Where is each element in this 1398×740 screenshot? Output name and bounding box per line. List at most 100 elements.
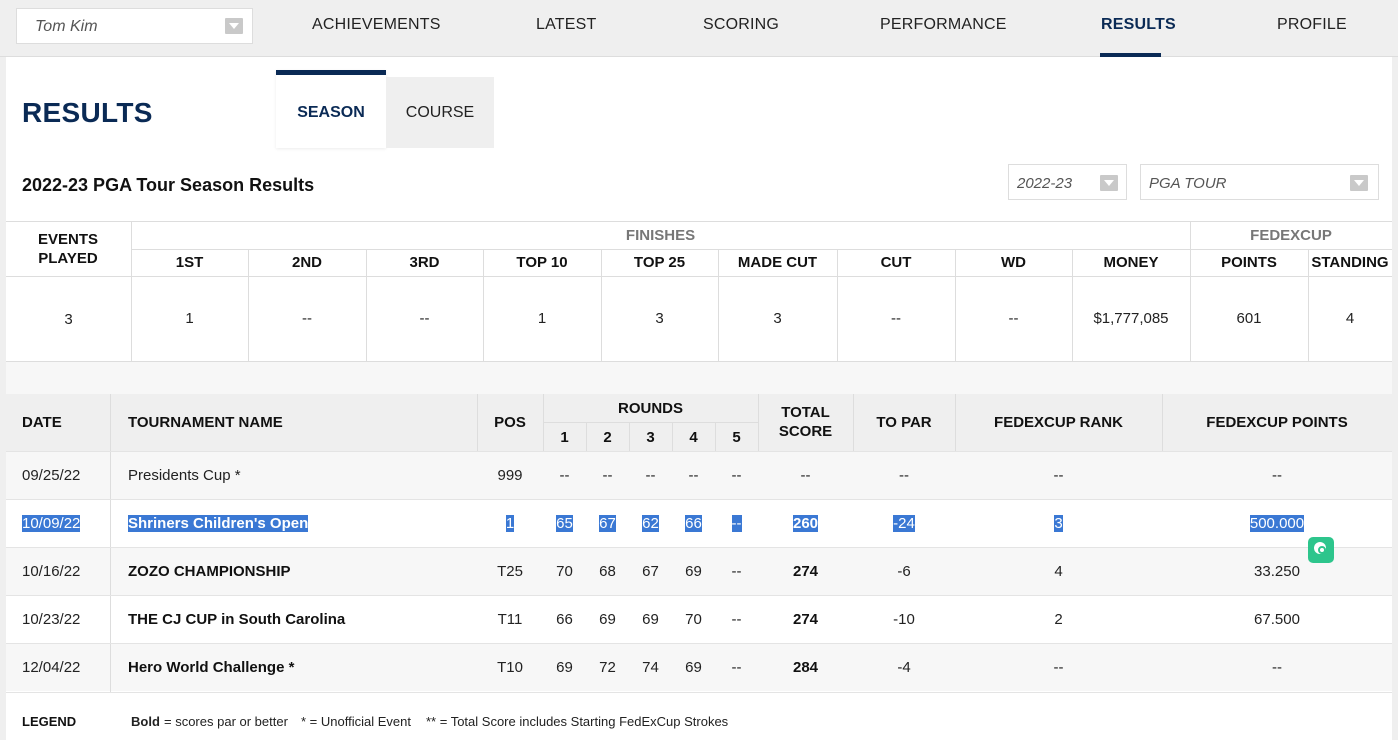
row-r2: 69 bbox=[586, 611, 629, 628]
money-value: $1,777,085 bbox=[1093, 310, 1169, 327]
cell-text: 4 bbox=[1054, 563, 1063, 580]
row-r5: -- bbox=[715, 515, 758, 532]
row-pos: T11 bbox=[477, 611, 543, 628]
divider bbox=[110, 500, 111, 548]
row-r1: 69 bbox=[543, 659, 586, 676]
cell-text: 69 bbox=[685, 659, 702, 676]
row-date: 12/04/22 bbox=[22, 659, 80, 676]
first-value: 1 bbox=[185, 310, 194, 327]
row-to-par: -10 bbox=[853, 611, 955, 628]
row-r3: 69 bbox=[629, 611, 672, 628]
cell-text: 72 bbox=[599, 659, 616, 676]
row-r1: 65 bbox=[543, 515, 586, 532]
divider bbox=[110, 644, 111, 692]
row-pos: 999 bbox=[477, 467, 543, 484]
row-tournament[interactable]: Shriners Children's Open bbox=[128, 515, 309, 532]
nav-results[interactable]: RESULTS bbox=[1101, 16, 1176, 34]
table-row[interactable]: 12/04/22 Hero World Challenge * T10 69 7… bbox=[6, 643, 1392, 692]
cell-text: 09/25/22 bbox=[22, 467, 81, 484]
cell-text[interactable]: Hero World Challenge * bbox=[128, 659, 294, 676]
row-r2: 72 bbox=[586, 659, 629, 676]
third-header: 3RD bbox=[409, 254, 440, 271]
nav-profile[interactable]: PROFILE bbox=[1277, 16, 1347, 34]
divider bbox=[110, 452, 111, 500]
row-total: 274 bbox=[758, 563, 853, 580]
cell-text: 10/09/22 bbox=[22, 515, 81, 532]
row-fedex-points: -- bbox=[1162, 467, 1392, 484]
cell-text: 274 bbox=[792, 563, 819, 580]
results-table-header: DATE TOURNAMENT NAME POS ROUNDS 1 2 3 4 … bbox=[6, 394, 1392, 451]
table-row[interactable]: 10/09/22 Shriners Children's Open 1 65 6… bbox=[6, 499, 1392, 548]
divider bbox=[6, 221, 1392, 222]
nav-achievements[interactable]: ACHIEVEMENTS bbox=[312, 16, 441, 34]
row-to-par: -- bbox=[853, 467, 955, 484]
cell-text[interactable]: Presidents Cup * bbox=[128, 467, 241, 484]
cell-text: 68 bbox=[599, 563, 616, 580]
season-select[interactable]: 2022-23 bbox=[1008, 164, 1127, 200]
cell-text: 67.500 bbox=[1254, 611, 1300, 628]
row-r1: -- bbox=[543, 467, 586, 484]
row-to-par: -6 bbox=[853, 563, 955, 580]
row-tournament[interactable]: Hero World Challenge * bbox=[128, 659, 294, 676]
first-header: 1ST bbox=[175, 254, 204, 271]
chevron-down-icon[interactable] bbox=[1350, 175, 1368, 191]
row-tournament[interactable]: THE CJ CUP in South Carolina bbox=[128, 611, 345, 628]
nav-performance[interactable]: PERFORMANCE bbox=[880, 16, 1007, 34]
cell-text: 260 bbox=[792, 515, 819, 532]
nav-latest[interactable]: LATEST bbox=[536, 16, 596, 34]
tour-select[interactable]: PGA TOUR bbox=[1140, 164, 1379, 200]
chevron-down-icon[interactable] bbox=[1100, 175, 1118, 191]
top10-value: 1 bbox=[537, 310, 547, 327]
cell-text: 65 bbox=[556, 515, 573, 532]
row-r3: 62 bbox=[629, 515, 672, 532]
row-tournament[interactable]: ZOZO CHAMPIONSHIP bbox=[128, 563, 291, 580]
feedback-search-icon[interactable] bbox=[1308, 537, 1334, 563]
row-date: 10/23/22 bbox=[22, 611, 80, 628]
cell-text: -- bbox=[1272, 659, 1282, 676]
legend-unofficial: * = Unofficial Event bbox=[301, 714, 411, 729]
nav-scoring[interactable]: SCORING bbox=[703, 16, 779, 34]
cell-text: 69 bbox=[642, 611, 659, 628]
top25-value: 3 bbox=[655, 310, 664, 327]
row-date: 10/16/22 bbox=[22, 563, 80, 580]
cell-text[interactable]: Shriners Children's Open bbox=[128, 515, 309, 532]
row-to-par: -24 bbox=[853, 515, 955, 532]
round2-header: 2 bbox=[603, 429, 612, 446]
cell-text: 3 bbox=[1054, 515, 1063, 532]
row-tournament[interactable]: Presidents Cup * bbox=[128, 467, 241, 484]
cell-text: -- bbox=[559, 467, 570, 484]
cell-text[interactable]: ZOZO CHAMPIONSHIP bbox=[128, 563, 291, 580]
row-r5: -- bbox=[715, 467, 758, 484]
row-fedex-rank: 3 bbox=[955, 515, 1162, 532]
table-row[interactable]: 10/23/22 THE CJ CUP in South Carolina T1… bbox=[6, 595, 1392, 644]
total-score-header-line1: TOTAL bbox=[781, 404, 830, 421]
table-row[interactable]: 09/25/22 Presidents Cup * 999 -- -- -- -… bbox=[6, 451, 1392, 500]
row-fedex-points: -- bbox=[1162, 659, 1392, 676]
wd-header: WD bbox=[1001, 254, 1026, 271]
second-value: -- bbox=[302, 310, 312, 327]
legend-bold-desc: = scores par or better bbox=[164, 714, 288, 729]
points-header: POINTS bbox=[1221, 254, 1277, 271]
divider bbox=[543, 422, 758, 423]
top-nav: Tom Kim ACHIEVEMENTS LATEST SCORING PERF… bbox=[0, 0, 1398, 57]
third-value: -- bbox=[419, 310, 430, 327]
row-total: 260 bbox=[758, 515, 853, 532]
table-row[interactable]: 10/16/22 ZOZO CHAMPIONSHIP T25 70 68 67 … bbox=[6, 547, 1392, 596]
cell-text: 2 bbox=[1054, 611, 1063, 628]
main-panel: RESULTS SEASON COURSE 2022-23 PGA Tour S… bbox=[6, 57, 1392, 740]
player-select[interactable]: Tom Kim bbox=[16, 8, 253, 44]
money-header: MONEY bbox=[1103, 254, 1159, 271]
cell-text[interactable]: THE CJ CUP in South Carolina bbox=[128, 611, 345, 628]
cell-text: T25 bbox=[497, 563, 523, 580]
tab-season[interactable]: SEASON bbox=[276, 70, 386, 148]
cell-text: 70 bbox=[556, 563, 573, 580]
row-fedex-rank: -- bbox=[955, 467, 1162, 484]
cell-text: -- bbox=[731, 563, 742, 580]
row-total: 274 bbox=[758, 611, 853, 628]
row-r3: 74 bbox=[629, 659, 672, 676]
tab-course[interactable]: COURSE bbox=[386, 77, 494, 148]
round3-header: 3 bbox=[646, 429, 655, 446]
cut-value: -- bbox=[891, 310, 901, 327]
chevron-down-icon[interactable] bbox=[225, 18, 243, 34]
to-par-header: TO PAR bbox=[876, 414, 932, 431]
